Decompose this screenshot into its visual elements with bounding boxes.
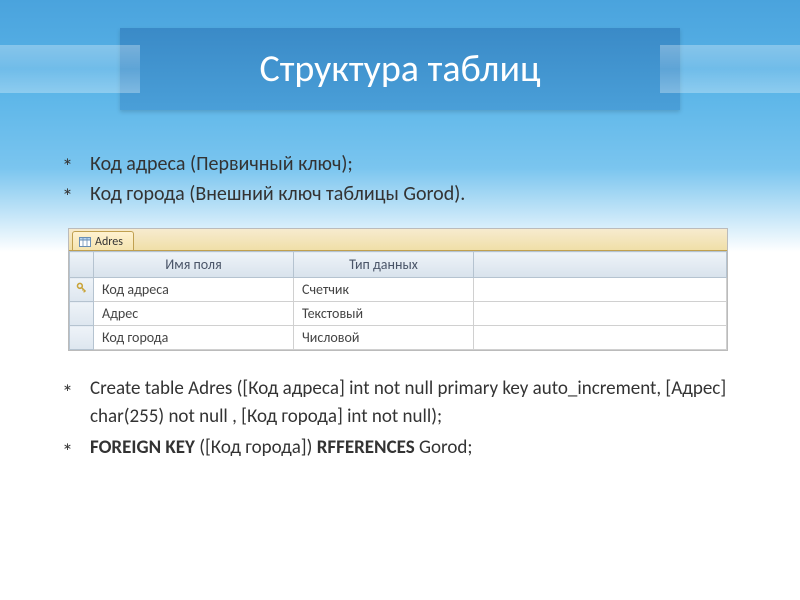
bottom-bullet-list: Create table Adres ([Код адреса] int not… [50, 375, 750, 462]
table-tab[interactable]: Adres [72, 231, 134, 250]
slide: Структура таблиц Код адреса (Первичный к… [0, 0, 800, 600]
sql-text: ([Код города]) [195, 436, 317, 459]
empty-cell [474, 302, 727, 326]
tab-strip: Adres [69, 229, 727, 251]
field-name-cell[interactable]: Адрес [94, 302, 294, 326]
table-row[interactable]: Код города Числовой [70, 326, 727, 350]
content-area: Код адреса (Первичный ключ); Код города … [50, 150, 750, 466]
empty-cell [474, 326, 727, 350]
field-grid: Имя поля Тип данных Код адреса Счетчик [69, 251, 727, 350]
field-type-cell[interactable]: Счетчик [294, 278, 474, 302]
sql-text: Gorod; [415, 436, 473, 459]
corner-cell [70, 252, 94, 278]
sql-keyword: RFFERENCES [317, 436, 415, 459]
column-header-name[interactable]: Имя поля [94, 252, 294, 278]
primary-key-icon [75, 281, 89, 295]
top-bullet-list: Код адреса (Первичный ключ); Код города … [50, 150, 750, 208]
column-header-type[interactable]: Тип данных [294, 252, 474, 278]
bullet-item: Код адреса (Первичный ключ); [50, 150, 750, 178]
bullet-item-sql: Create table Adres ([Код адреса] int not… [50, 375, 750, 430]
bullet-item: Код города (Внешний ключ таблицы Gorod). [50, 180, 750, 208]
access-table-designer: Adres Имя поля Тип данных [68, 228, 728, 351]
sql-keyword: FOREIGN KEY [90, 436, 195, 459]
row-selector[interactable] [70, 278, 94, 302]
row-selector[interactable] [70, 302, 94, 326]
row-selector[interactable] [70, 326, 94, 350]
slide-title: Структура таблиц [259, 46, 540, 92]
table-row[interactable]: Адрес Текстовый [70, 302, 727, 326]
empty-cell [474, 278, 727, 302]
field-type-cell[interactable]: Текстовый [294, 302, 474, 326]
field-name-cell[interactable]: Код города [94, 326, 294, 350]
title-banner: Структура таблиц [120, 28, 680, 110]
tab-label: Adres [95, 235, 123, 249]
bullet-item-sql: FOREIGN KEY ([Код города]) RFFERENCES Go… [50, 434, 750, 462]
field-name-cell[interactable]: Код адреса [94, 278, 294, 302]
table-row[interactable]: Код адреса Счетчик [70, 278, 727, 302]
field-type-cell[interactable]: Числовой [294, 326, 474, 350]
table-icon [79, 236, 91, 248]
column-header-empty [474, 252, 727, 278]
